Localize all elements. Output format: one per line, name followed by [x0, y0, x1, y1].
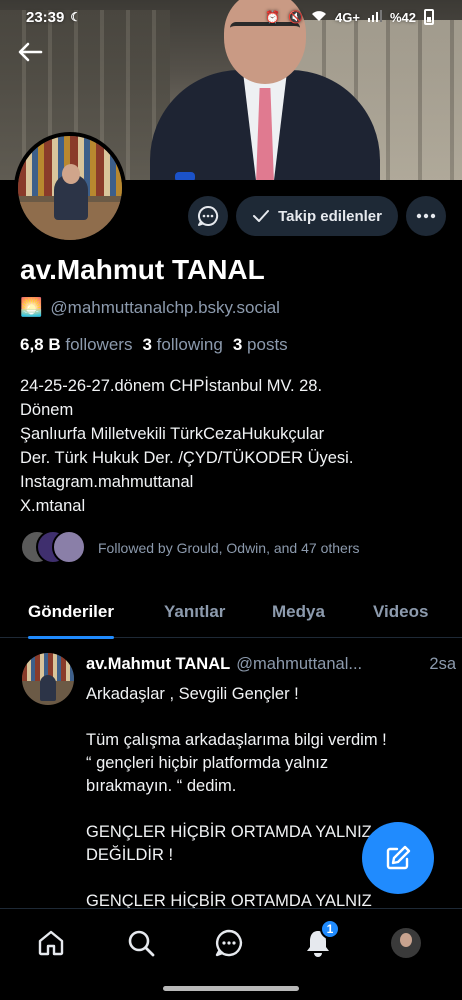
bottom-navigation: 1	[0, 908, 462, 974]
post-header: av.Mahmut TANAL @mahmuttanal... 2sa	[86, 655, 456, 674]
search-icon	[128, 930, 155, 957]
mute-icon: 🔇	[288, 10, 304, 24]
nav-profile[interactable]	[386, 923, 426, 963]
chat-bubble-icon	[198, 205, 219, 226]
profile-handle: @mahmuttanalchp.bsky.social	[50, 297, 280, 317]
tab-replies[interactable]: Yanıtlar	[164, 586, 225, 638]
profile-stats: 6,8 B followers 3 following 3 posts	[20, 335, 288, 355]
post-author-handle[interactable]: @mahmuttanal...	[236, 655, 423, 674]
nav-search[interactable]	[121, 923, 161, 963]
tab-videos[interactable]: Videos	[373, 586, 428, 638]
alarm-icon: ⏰	[265, 10, 281, 24]
back-button[interactable]	[12, 36, 48, 68]
followed-by-text: Followed by Grould, Odwin, and 47 others	[98, 540, 360, 556]
wifi-icon	[311, 10, 327, 25]
bio-line: 24-25-26-27.dönem CHPİstanbul MV. 28.	[20, 377, 323, 395]
followers-count: 6,8 B	[20, 335, 61, 354]
notifications-badge: 1	[320, 919, 340, 939]
arrow-left-icon	[18, 42, 43, 62]
post-time: 2sa	[429, 655, 456, 673]
nav-chat[interactable]	[209, 923, 249, 963]
follower-avatar	[52, 530, 86, 564]
profile-handle-row: 🌅 @mahmuttanalchp.bsky.social	[20, 297, 280, 318]
sunrise-emoji: 🌅	[20, 297, 43, 317]
more-options-button[interactable]	[406, 196, 446, 236]
compose-button[interactable]	[362, 822, 434, 894]
profile-bio: 24-25-26-27.dönem CHPİstanbul MV. 28. Dö…	[20, 374, 440, 518]
status-time: 23:39	[26, 8, 65, 26]
post-line: bırakmayın. “ dedim.	[86, 777, 237, 795]
status-bar: 23:39 ☾ ⏰ 🔇 4G+ %42	[0, 0, 462, 34]
ellipsis-icon	[416, 213, 436, 219]
nav-home[interactable]	[31, 923, 71, 963]
post-line	[86, 798, 446, 821]
chat-icon	[215, 929, 243, 957]
tab-media[interactable]: Medya	[272, 586, 325, 638]
post-line: “ gençleri hiçbir platformda yalnız	[86, 754, 329, 772]
home-icon	[38, 930, 64, 956]
dnd-moon-icon: ☾	[70, 10, 82, 24]
following-label: following	[156, 335, 223, 354]
bio-line: Instagram.mahmuttanal	[20, 473, 194, 491]
post-line: Tüm çalışma arkadaşlarıma bilgi verdim !	[86, 731, 387, 749]
post-line: Arkadaşlar , Sevgili Gençler !	[86, 685, 299, 703]
posts-label: posts	[247, 335, 288, 354]
battery-percent: %42	[389, 9, 416, 25]
following-stat[interactable]: 3 following	[142, 335, 222, 355]
battery-icon	[424, 9, 434, 25]
followers-label: followers	[65, 335, 133, 354]
message-button[interactable]	[188, 196, 229, 236]
network-type: 4G+	[335, 9, 360, 25]
check-icon	[253, 210, 270, 222]
gesture-bar[interactable]	[163, 986, 299, 991]
profile-avatar[interactable]	[14, 132, 126, 244]
following-button[interactable]: Takip edilenler	[236, 196, 398, 236]
compose-pencil-icon	[386, 845, 411, 870]
post-author-avatar[interactable]	[22, 653, 74, 705]
following-count: 3	[142, 335, 152, 354]
bio-line: Der. Türk Hukuk Der. /ÇYD/TÜKODER Üyesi.	[20, 449, 354, 467]
followed-by-row[interactable]: Followed by Grould, Odwin, and 47 others	[20, 530, 359, 566]
profile-tabs: Gönderiler Yanıtlar Medya Videos	[0, 586, 462, 639]
profile-actions: Takip edilenler	[188, 196, 446, 236]
signal-icon	[367, 9, 382, 25]
followers-stat[interactable]: 6,8 B followers	[20, 335, 132, 355]
bio-line: Şanlıurfa Milletvekili TürkCezaHukukçula…	[20, 425, 325, 443]
followed-by-avatars	[20, 530, 86, 566]
bio-line: X.mtanal	[20, 497, 86, 515]
following-button-label: Takip edilenler	[278, 207, 382, 225]
profile-avatar-small	[391, 928, 421, 958]
posts-stat: 3 posts	[233, 335, 288, 355]
profile-name: av.Mahmut TANAL	[20, 254, 265, 285]
bio-line: Dönem	[20, 401, 74, 419]
post-line	[86, 706, 446, 729]
posts-count: 3	[232, 335, 243, 354]
nav-notifications[interactable]: 1	[298, 919, 340, 963]
post-author-name[interactable]: av.Mahmut TANAL	[86, 655, 230, 674]
tab-posts[interactable]: Gönderiler	[28, 586, 114, 639]
